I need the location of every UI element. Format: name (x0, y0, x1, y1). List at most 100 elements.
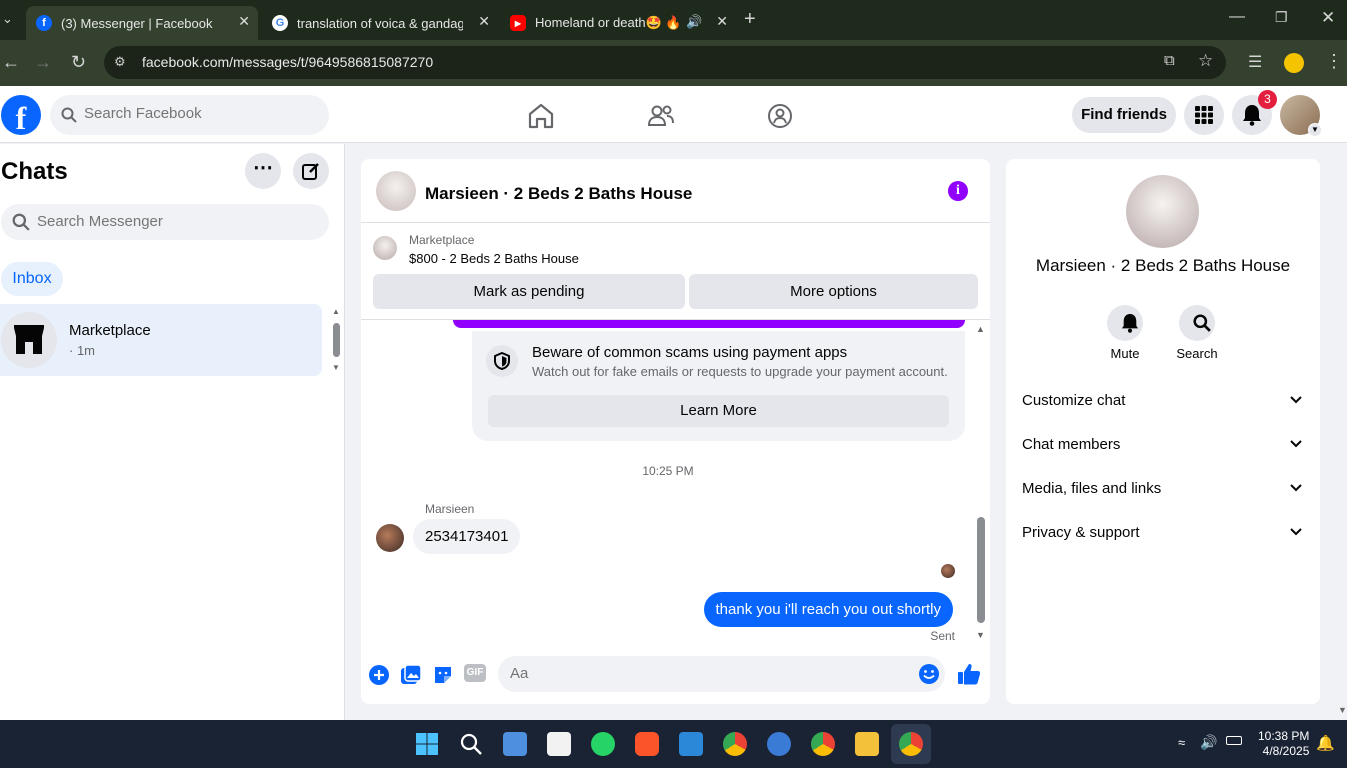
volume-icon[interactable]: 🔊 (1200, 734, 1217, 751)
system-clock[interactable]: 10:38 PM 4/8/2025 (1258, 729, 1309, 759)
tab-search-icon[interactable]: ⌄ (2, 11, 13, 27)
tab-messenger[interactable]: f (3) Messenger | Facebook ✕ (26, 6, 258, 40)
file-explorer-icon[interactable] (855, 732, 879, 756)
learn-more-button[interactable]: Learn More (488, 395, 949, 427)
chrome-icon[interactable] (723, 732, 747, 756)
more-options-icon[interactable]: ⋯ (245, 153, 281, 189)
photo-icon[interactable] (400, 664, 422, 686)
marketplace-icon (1, 312, 57, 368)
messenger-search[interactable] (1, 204, 329, 240)
mute-label: Mute (1110, 346, 1140, 361)
mark-as-pending-button[interactable]: Mark as pending (373, 274, 685, 309)
avatar[interactable] (1126, 175, 1199, 248)
mute-button[interactable]: Mute (1095, 305, 1155, 361)
scroll-up-icon[interactable]: ▲ (976, 324, 985, 334)
install-app-icon[interactable]: ⧉ (1164, 52, 1175, 69)
chrome-profile-icon[interactable] (811, 732, 835, 756)
battery-icon[interactable] (1226, 736, 1242, 745)
home-icon[interactable] (526, 101, 556, 131)
new-message-button[interactable] (293, 153, 329, 189)
emoji-icon[interactable] (918, 663, 940, 685)
facebook-logo-icon[interactable]: f (1, 95, 41, 136)
scroll-up-icon[interactable]: ▲ (332, 307, 340, 316)
facebook-search-input[interactable] (84, 105, 314, 122)
conversation-panel: Marsieen · 2 Beds 2 Baths House i Market… (361, 159, 990, 704)
search-button[interactable]: Search (1167, 305, 1227, 361)
close-tab-icon[interactable]: ✕ (238, 13, 250, 30)
scroll-down-icon[interactable]: ▼ (332, 363, 340, 372)
message-input-box[interactable] (498, 656, 945, 692)
notification-center-icon[interactable]: 🔔 (1316, 734, 1335, 752)
search-icon[interactable] (459, 732, 483, 756)
conversation-header: Marsieen · 2 Beds 2 Baths House i (361, 159, 990, 223)
messenger-search-input[interactable] (37, 213, 317, 230)
notepad-icon[interactable] (503, 732, 527, 756)
maximize-icon[interactable]: ❐ (1275, 9, 1288, 26)
search-label: Search (1176, 346, 1218, 361)
chat-members-section[interactable]: Chat members (1022, 430, 1302, 460)
customize-chat-section[interactable]: Customize chat (1022, 386, 1302, 416)
windows-start-icon[interactable] (415, 732, 439, 756)
listing-title[interactable]: $800 - 2 Beds 2 Baths House (409, 251, 579, 266)
facebook-search[interactable] (50, 95, 329, 135)
window-close-icon[interactable]: ✕ (1321, 8, 1335, 28)
brave-icon[interactable] (635, 732, 659, 756)
reload-icon[interactable]: ↻ (71, 52, 86, 73)
avatar[interactable]: ▼ (1280, 95, 1322, 137)
url-text: facebook.com/messages/t/9649586815087270 (142, 54, 434, 70)
new-tab-icon[interactable]: + (744, 8, 756, 31)
sticker-icon[interactable] (432, 664, 454, 686)
search-icon (12, 213, 30, 231)
privacy-support-section[interactable]: Privacy & support (1022, 518, 1302, 548)
find-friends-button[interactable]: Find friends (1072, 97, 1176, 133)
youtube-icon: ▶ (510, 15, 526, 31)
outgoing-message[interactable]: thank you i'll reach you out shortly (703, 592, 953, 627)
profile-icon[interactable] (1284, 53, 1304, 73)
gif-icon[interactable]: GIF (464, 664, 486, 682)
wifi-icon[interactable]: ≈ (1178, 735, 1185, 750)
list-item[interactable]: Marketplace · 1m (0, 304, 322, 376)
message-input[interactable] (510, 665, 900, 682)
address-bar[interactable]: ⚙ facebook.com/messages/t/96495868150872… (104, 46, 1226, 79)
close-tab-icon[interactable]: ✕ (478, 13, 490, 30)
tab-translation[interactable]: G translation of voica & gandaga ✕ (262, 6, 498, 40)
friends-icon[interactable] (646, 101, 676, 131)
avatar[interactable] (376, 524, 404, 552)
plus-circle-icon[interactable] (368, 664, 390, 686)
audio-playing-icon[interactable]: 🔊 (686, 14, 702, 30)
forward-icon[interactable]: → (34, 52, 52, 73)
media-control-icon[interactable]: ☰ (1248, 52, 1262, 72)
minimize-icon[interactable]: — (1229, 8, 1245, 26)
chat-list-scrollbar[interactable]: ▲ ▼ (332, 307, 341, 375)
chevron-down-icon (1290, 484, 1302, 492)
thumbs-up-icon[interactable] (957, 662, 981, 686)
messages-scrollbar[interactable]: ▲ ▼ (976, 324, 986, 644)
chrome-active-icon[interactable] (899, 732, 923, 756)
clock-time: 10:38 PM (1258, 729, 1310, 743)
seen-avatar-icon (941, 564, 955, 578)
scroll-thumb[interactable] (333, 323, 340, 357)
tab-inbox[interactable]: Inbox (1, 262, 63, 296)
tab-youtube[interactable]: ▶ Homeland or death🤩 🔥 .G 🔊 ✕ (500, 6, 736, 40)
remote-desktop-icon[interactable] (679, 732, 703, 756)
menu-grid-button[interactable] (1184, 95, 1224, 135)
sync-app-icon[interactable] (767, 732, 791, 756)
whatsapp-icon[interactable] (591, 732, 615, 756)
scroll-thumb[interactable] (977, 517, 985, 623)
groups-icon[interactable] (765, 101, 795, 131)
conversation-title[interactable]: Marsieen · 2 Beds 2 Baths House (425, 184, 692, 204)
close-tab-icon[interactable]: ✕ (716, 13, 728, 30)
site-info-icon[interactable]: ⚙ (114, 54, 126, 70)
info-icon[interactable]: i (948, 181, 968, 201)
scroll-down-icon[interactable]: ▼ (976, 630, 985, 640)
page-scroll-down-icon[interactable]: ▼ (1338, 705, 1347, 715)
snipping-tool-icon[interactable] (547, 732, 571, 756)
media-files-links-section[interactable]: Media, files and links (1022, 474, 1302, 504)
facebook-icon: f (36, 15, 52, 31)
menu-icon[interactable]: ⋮ (1325, 51, 1343, 72)
incoming-message[interactable]: 2534173401 (413, 519, 521, 554)
back-icon[interactable]: ← (2, 52, 20, 73)
more-options-button[interactable]: More options (689, 274, 978, 309)
avatar[interactable] (376, 171, 416, 211)
bookmark-star-icon[interactable]: ☆ (1198, 51, 1213, 71)
